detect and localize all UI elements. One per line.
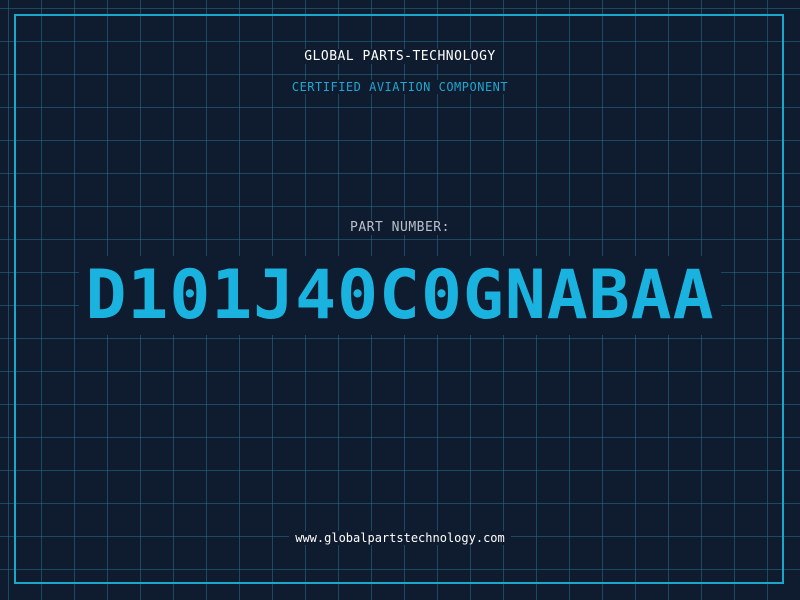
part-number-value: D101J40C0GNABAA xyxy=(0,256,800,336)
certification-subtitle: CERTIFIED AVIATION COMPONENT xyxy=(0,80,800,94)
certification-subtitle-text: CERTIFIED AVIATION COMPONENT xyxy=(285,80,515,94)
part-card: GLOBAL PARTS-TECHNOLOGY CERTIFIED AVIATI… xyxy=(0,0,800,600)
part-number-value-text: D101J40C0GNABAA xyxy=(79,256,721,335)
website-url-text: www.globalpartstechnology.com xyxy=(289,531,511,545)
part-number-label: PART NUMBER: xyxy=(0,220,800,235)
company-name-text: GLOBAL PARTS-TECHNOLOGY xyxy=(298,49,502,64)
part-number-label-text: PART NUMBER: xyxy=(344,220,456,235)
website-url: www.globalpartstechnology.com xyxy=(0,531,800,545)
company-name: GLOBAL PARTS-TECHNOLOGY xyxy=(0,49,800,64)
